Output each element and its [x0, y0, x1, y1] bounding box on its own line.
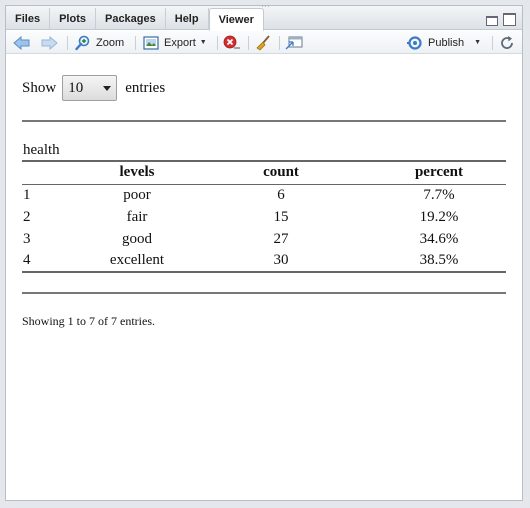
- viewer-content: Show 10 entries health levels count perc…: [6, 55, 522, 500]
- tab-list: Files Plots Packages Help Viewer: [6, 8, 264, 31]
- broom-icon: [256, 34, 270, 51]
- cell-percent: 38.5%: [372, 250, 506, 273]
- minimize-pane-icon[interactable]: [484, 12, 498, 26]
- publish-icon: [407, 35, 422, 50]
- toolbar-separator: [492, 36, 493, 50]
- maximize-pane-icon[interactable]: [502, 12, 516, 26]
- tab-packages[interactable]: Packages: [96, 8, 166, 30]
- tab-plots[interactable]: Plots: [50, 8, 96, 30]
- cell-percent: 34.6%: [419, 230, 459, 247]
- back-button[interactable]: [13, 34, 31, 51]
- chevron-down-icon: ▼: [474, 39, 482, 46]
- tab-files[interactable]: Files: [6, 8, 51, 30]
- cell-count: 30: [190, 250, 372, 273]
- row-index: 4: [22, 250, 84, 273]
- export-image-icon: [143, 35, 159, 50]
- refresh-button[interactable]: [499, 34, 515, 51]
- refresh-icon: [501, 35, 513, 49]
- toolbar-separator: [217, 36, 218, 50]
- show-label: Show: [22, 79, 57, 96]
- column-header-index[interactable]: [22, 160, 84, 185]
- entries-label: entries: [125, 79, 166, 96]
- export-menu-button[interactable]: Export ▼: [143, 34, 207, 51]
- cell-count: 15: [273, 208, 289, 225]
- window-controls: [484, 12, 516, 26]
- toolbar-separator: [135, 36, 136, 50]
- table-info-text: Showing 1 to 7 of 7 entries.: [22, 314, 155, 328]
- publish-menu-button[interactable]: Publish ▼: [407, 34, 481, 51]
- stop-icon: [223, 35, 240, 48]
- zoom-label: Zoom: [96, 36, 125, 49]
- cell-count: 6: [277, 186, 285, 203]
- data-table: levels count percent 1 poor 6 7.7% 2 fai…: [22, 160, 506, 273]
- viewer-pane: ⋯ Files Plots Packages Help Viewer Zoom …: [5, 2, 523, 501]
- cell-levels: excellent: [84, 250, 190, 273]
- table-header-row: levels count percent: [22, 160, 506, 185]
- zoom-button[interactable]: Zoom: [75, 34, 124, 51]
- toolbar-separator: [248, 36, 249, 50]
- toolbar-separator: [279, 36, 280, 50]
- cell-percent: 7.7%: [423, 186, 455, 203]
- row-index: 1: [23, 186, 31, 203]
- zoom-magnifier-icon: [75, 35, 90, 50]
- table-row: 2 fair 15 19.2%: [22, 206, 506, 228]
- back-arrow-icon: [13, 35, 30, 50]
- tab-bar: ⋯ Files Plots Packages Help Viewer: [6, 2, 522, 31]
- divider-top: [22, 120, 506, 122]
- divider-bottom: [22, 292, 506, 294]
- length-menu: Show 10 entries: [22, 75, 165, 101]
- cell-levels: fair: [126, 208, 148, 225]
- cell-percent: 19.2%: [419, 208, 459, 225]
- column-header-count[interactable]: count: [190, 160, 372, 185]
- chevron-down-icon: ▼: [199, 39, 207, 46]
- table-row: 1 poor 6 7.7%: [22, 184, 506, 206]
- export-label: Export: [164, 36, 196, 49]
- table-caption: health: [23, 142, 60, 158]
- viewer-toolbar: Zoom Export ▼ Publish ▼: [6, 31, 522, 54]
- cell-count: 27: [273, 230, 289, 247]
- chevron-down-icon: [103, 86, 112, 91]
- column-header-levels[interactable]: levels: [84, 160, 190, 185]
- table-row: 3 good 27 34.6%: [22, 228, 506, 250]
- show-in-new-window-button[interactable]: [285, 34, 303, 51]
- publish-label: Publish: [428, 36, 465, 49]
- forward-button[interactable]: [40, 34, 58, 51]
- stop-button[interactable]: [223, 34, 241, 51]
- tab-viewer[interactable]: Viewer: [208, 8, 264, 31]
- cell-levels: poor: [123, 186, 151, 203]
- forward-arrow-icon: [41, 35, 58, 50]
- row-index: 3: [23, 230, 31, 247]
- entries-per-page-select[interactable]: 10: [62, 75, 118, 101]
- row-index: 2: [23, 208, 31, 225]
- toolbar-separator: [67, 36, 68, 50]
- new-window-icon: [285, 36, 303, 49]
- column-header-percent[interactable]: percent: [372, 160, 506, 185]
- table-row: 4 excellent 30 38.5%: [22, 250, 506, 273]
- cell-levels: good: [122, 230, 152, 247]
- clear-viewer-button[interactable]: [255, 34, 271, 51]
- entries-per-page-value: 10: [68, 80, 84, 96]
- tab-help[interactable]: Help: [166, 8, 209, 30]
